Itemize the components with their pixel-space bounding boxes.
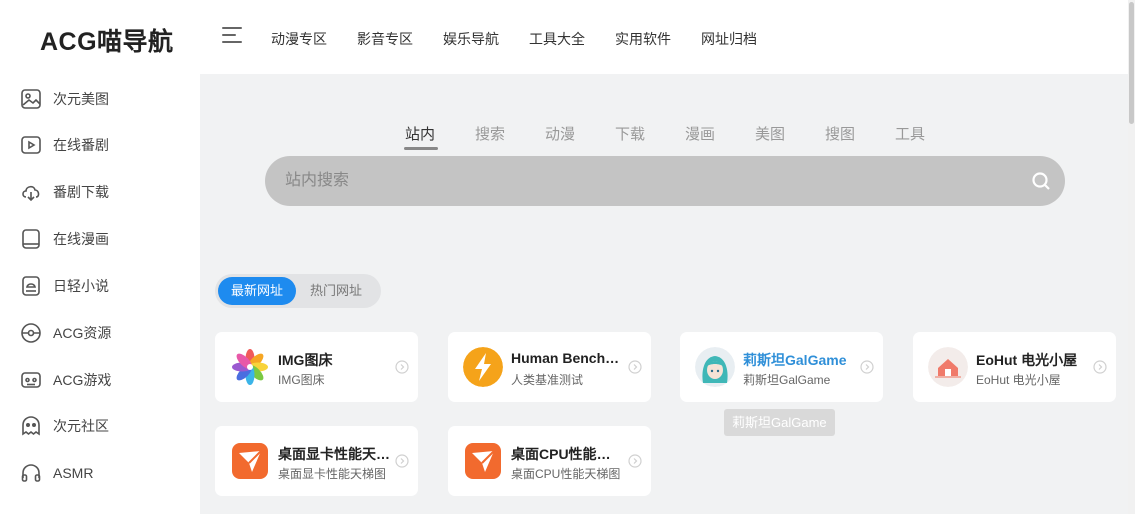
- search-input[interactable]: [285, 168, 985, 194]
- search-tab-site[interactable]: 站内: [405, 123, 435, 144]
- pinwheel-icon: [230, 347, 270, 387]
- card-subtitle: 莉斯坦GalGame: [743, 373, 831, 387]
- site-card-human-benchmark[interactable]: Human Benchmark 人类基准测试: [448, 332, 651, 402]
- card-title: 桌面显卡性能天梯图: [278, 446, 390, 462]
- search-tab-download[interactable]: 下载: [615, 123, 645, 144]
- card-title: Human Benchmark: [511, 350, 623, 366]
- sidebar-item-label: 次元社区: [53, 418, 109, 434]
- search-icon[interactable]: [1031, 171, 1051, 191]
- chevron-right-icon[interactable]: [395, 360, 409, 374]
- novel-icon: [20, 275, 42, 297]
- sidebar-item-community[interactable]: 次元社区: [20, 412, 109, 440]
- search-tab-manga[interactable]: 漫画: [685, 123, 715, 144]
- card-subtitle: EoHut 电光小屋: [976, 373, 1061, 387]
- chevron-right-icon[interactable]: [628, 454, 642, 468]
- search-tab-images[interactable]: 美图: [755, 123, 785, 144]
- nav-item-software[interactable]: 实用软件: [615, 29, 671, 49]
- card-subtitle: 桌面CPU性能天梯图: [511, 467, 621, 481]
- sidebar-item-label: ACG资源: [53, 325, 112, 341]
- tool-logo-icon: [463, 441, 503, 481]
- active-tab-indicator: [404, 147, 438, 150]
- top-navbar: 动漫专区 影音专区 娱乐导航 工具大全 实用软件 网址归档: [200, 0, 1135, 74]
- sidebar-item-label: 在线番剧: [53, 137, 109, 153]
- search-box: [265, 156, 1065, 206]
- nav-item-archive[interactable]: 网址归档: [701, 29, 757, 49]
- site-logo[interactable]: ACG喵导航: [40, 22, 174, 58]
- card-subtitle: 桌面显卡性能天梯图: [278, 467, 387, 481]
- site-list-toggle: 最新网址 热门网址: [215, 274, 381, 308]
- scrollbar-thumb[interactable]: [1129, 2, 1134, 124]
- site-card-galgame[interactable]: 莉斯坦GalGame 莉斯坦GalGame: [680, 332, 883, 402]
- disc-icon: [20, 322, 42, 344]
- book-icon: [20, 228, 42, 250]
- image-icon: [20, 88, 42, 110]
- sidebar-item-asmr[interactable]: ASMR: [20, 459, 93, 487]
- site-card-eohut[interactable]: EoHut 电光小屋 EoHut 电光小屋: [913, 332, 1116, 402]
- page-scrollbar[interactable]: [1128, 0, 1135, 514]
- nav-item-anime[interactable]: 动漫专区: [271, 29, 327, 49]
- nav-item-entertainment[interactable]: 娱乐导航: [443, 29, 499, 49]
- sidebar-item-label: 次元美图: [53, 91, 109, 107]
- search-tab-image-search[interactable]: 搜图: [825, 123, 855, 144]
- card-subtitle: 人类基准测试: [511, 373, 584, 387]
- sidebar-item-light-novel[interactable]: 日轻小说: [20, 272, 109, 300]
- anime-avatar-icon: [695, 347, 735, 387]
- sidebar-item-label: 日轻小说: [53, 278, 109, 294]
- chevron-right-icon[interactable]: [860, 360, 874, 374]
- lightning-icon: [463, 347, 503, 387]
- nav-item-media[interactable]: 影音专区: [357, 29, 413, 49]
- site-card-gpu-ranking[interactable]: 桌面显卡性能天梯图 桌面显卡性能天梯图: [215, 426, 418, 496]
- gamepad-icon: [20, 369, 42, 391]
- nav-item-tools[interactable]: 工具大全: [529, 29, 585, 49]
- chevron-right-icon[interactable]: [1093, 360, 1107, 374]
- sidebar-item-anime-download[interactable]: 番剧下载: [20, 178, 109, 206]
- tab-popular-sites[interactable]: 热门网址: [297, 277, 375, 305]
- card-title: 桌面CPU性能天梯图: [511, 446, 623, 462]
- search-tab-search[interactable]: 搜索: [475, 123, 505, 144]
- house-icon: [928, 347, 968, 387]
- sidebar: ACG喵导航 次元美图 在线番剧 番剧下载 在线漫画 日轻小说 ACG资源 AC…: [0, 0, 200, 514]
- cloud-download-icon: [20, 181, 42, 203]
- site-card-img-host[interactable]: IMG图床 IMG图床: [215, 332, 418, 402]
- chevron-right-icon[interactable]: [395, 454, 409, 468]
- sidebar-item-online-manga[interactable]: 在线漫画: [20, 225, 109, 253]
- card-title: 莉斯坦GalGame: [743, 352, 847, 368]
- card-title: EoHut 电光小屋: [976, 352, 1078, 368]
- sidebar-item-acg-resources[interactable]: ACG资源: [20, 319, 111, 347]
- card-subtitle: IMG图床: [278, 373, 325, 387]
- card-tooltip: 莉斯坦GalGame: [724, 409, 835, 436]
- tab-latest-sites[interactable]: 最新网址: [218, 277, 297, 305]
- search-tab-anime[interactable]: 动漫: [545, 123, 575, 144]
- headphones-icon: [20, 462, 42, 484]
- sidebar-item-acg-games[interactable]: ACG游戏: [20, 366, 111, 394]
- sidebar-item-images[interactable]: 次元美图: [20, 85, 109, 113]
- sidebar-item-online-anime[interactable]: 在线番剧: [20, 131, 109, 159]
- chevron-right-icon[interactable]: [628, 360, 642, 374]
- search-tab-tools[interactable]: 工具: [895, 123, 925, 144]
- sidebar-item-label: 在线漫画: [53, 231, 109, 247]
- sidebar-item-label: 番剧下载: [53, 184, 109, 200]
- tool-logo-icon: [230, 441, 270, 481]
- site-card-cpu-ranking[interactable]: 桌面CPU性能天梯图 桌面CPU性能天梯图: [448, 426, 651, 496]
- play-icon: [20, 134, 42, 156]
- sidebar-item-label: ACG游戏: [53, 372, 112, 388]
- ghost-icon: [20, 415, 42, 437]
- menu-toggle-icon[interactable]: [222, 27, 242, 47]
- card-title: IMG图床: [278, 352, 333, 368]
- sidebar-item-label: ASMR: [53, 465, 94, 481]
